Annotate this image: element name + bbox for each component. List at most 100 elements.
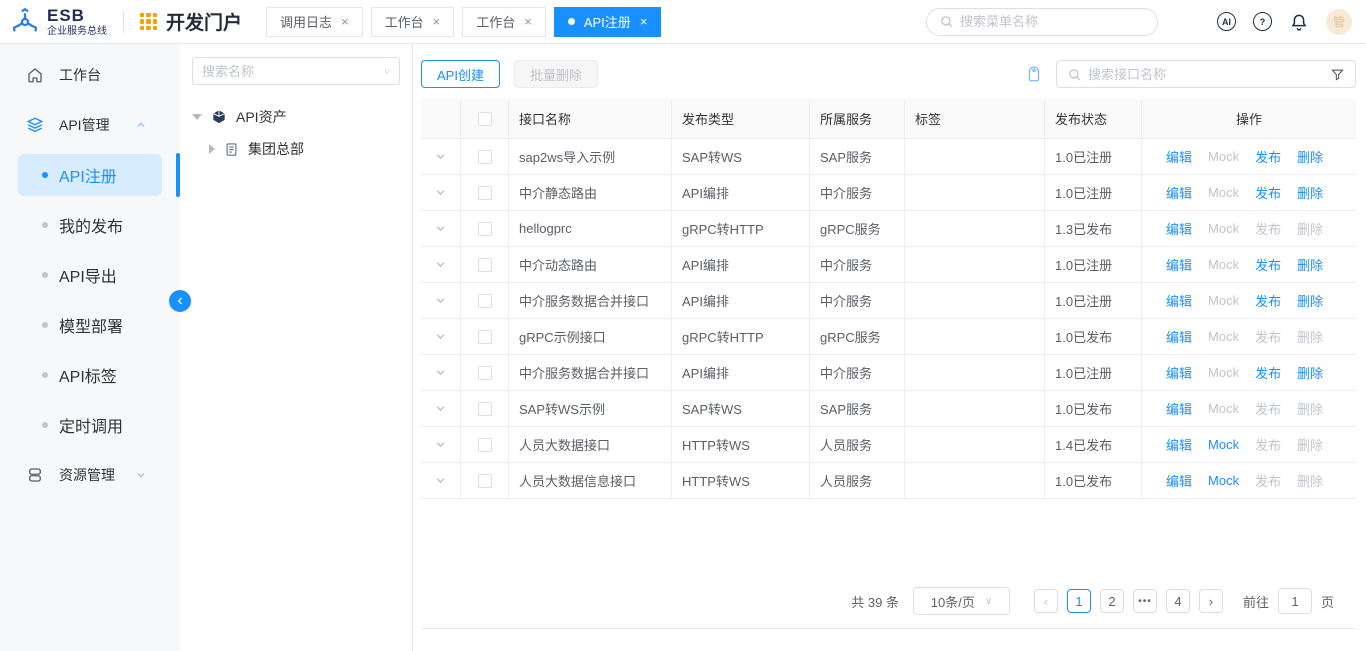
cell-service: 中介服务	[810, 283, 905, 319]
menu-search-input[interactable]	[960, 14, 1145, 29]
action-link-删除[interactable]: 删除	[1297, 147, 1323, 166]
action-link-编辑[interactable]: 编辑	[1166, 219, 1192, 238]
tree-node-group-hq[interactable]: 集团总部	[192, 133, 400, 165]
menu-search-box[interactable]	[926, 8, 1158, 36]
notification-bell-icon[interactable]	[1289, 12, 1309, 32]
bullet-dot-icon	[42, 322, 48, 328]
tab-close-icon[interactable]: ×	[640, 15, 648, 28]
row-checkbox[interactable]	[478, 150, 492, 164]
asset-tree-panel: API资产 集团总部 ‹	[180, 44, 413, 651]
row-checkbox[interactable]	[478, 366, 492, 380]
row-expand-chevron-icon[interactable]	[434, 222, 447, 235]
tab-close-icon[interactable]: ×	[433, 15, 441, 28]
row-checkbox[interactable]	[478, 258, 492, 272]
action-link-删除: 删除	[1297, 471, 1323, 490]
goto-page-input[interactable]	[1278, 588, 1312, 614]
sidebar-subitem-API导出[interactable]: API导出	[0, 250, 180, 300]
row-checkbox[interactable]	[478, 330, 492, 344]
action-link-编辑[interactable]: 编辑	[1166, 327, 1192, 346]
home-icon	[26, 66, 59, 84]
sidebar-subitem-API注册[interactable]: API注册	[0, 150, 180, 200]
action-link-编辑[interactable]: 编辑	[1166, 291, 1192, 310]
help-icon[interactable]: ?	[1253, 12, 1272, 31]
api-create-button[interactable]: API创建	[421, 60, 500, 88]
tree-search-input[interactable]	[202, 64, 378, 79]
panel-collapse-toggle[interactable]: ‹	[169, 290, 191, 312]
page-button-1[interactable]: 1	[1067, 589, 1091, 613]
sidebar-subitem-模型部署[interactable]: 模型部署	[0, 300, 180, 350]
row-expand-chevron-icon[interactable]	[434, 186, 447, 199]
cell-publish-type: HTTP转WS	[672, 463, 810, 499]
action-link-编辑[interactable]: 编辑	[1166, 363, 1192, 382]
tree-node-api-assets[interactable]: API资产	[192, 101, 400, 133]
sidebar-subitem-API标签[interactable]: API标签	[0, 350, 180, 400]
sidebar-item-API管理[interactable]: API管理	[0, 100, 180, 150]
filter-funnel-icon[interactable]	[1330, 67, 1345, 82]
select-all-checkbox[interactable]	[478, 112, 492, 126]
action-link-发布[interactable]: 发布	[1255, 291, 1281, 310]
tab-1[interactable]: 调用日志×	[266, 7, 363, 37]
action-link-删除[interactable]: 删除	[1297, 255, 1323, 274]
row-expand-chevron-icon[interactable]	[434, 438, 447, 451]
action-link-编辑[interactable]: 编辑	[1166, 399, 1192, 418]
action-link-编辑[interactable]: 编辑	[1166, 435, 1192, 454]
tab-3[interactable]: 工作台×	[462, 7, 546, 37]
next-page-button[interactable]: ›	[1199, 589, 1223, 613]
row-checkbox[interactable]	[478, 222, 492, 236]
total-count: 共 39 条	[851, 592, 899, 611]
row-checkbox[interactable]	[478, 294, 492, 308]
tag-icon[interactable]	[1025, 65, 1043, 83]
row-expand-chevron-icon[interactable]	[434, 258, 447, 271]
active-tab-dot-icon	[568, 18, 575, 25]
tab-label: 工作台	[385, 12, 424, 31]
user-avatar[interactable]: 管	[1326, 9, 1352, 35]
row-expand-chevron-icon[interactable]	[434, 150, 447, 163]
action-link-编辑[interactable]: 编辑	[1166, 183, 1192, 202]
tab-close-icon[interactable]: ×	[524, 15, 532, 28]
action-link-发布[interactable]: 发布	[1255, 183, 1281, 202]
action-link-Mock[interactable]: Mock	[1208, 473, 1239, 488]
row-expand-chevron-icon[interactable]	[434, 402, 447, 415]
row-checkbox[interactable]	[478, 438, 492, 452]
page-size-select[interactable]: 10条/页 ∨	[913, 587, 1010, 615]
caret-right-icon[interactable]	[209, 144, 215, 154]
api-search-box[interactable]	[1056, 60, 1356, 88]
sidebar-subitem-定时调用[interactable]: 定时调用	[0, 400, 180, 450]
caret-down-icon[interactable]	[192, 114, 202, 120]
row-expand-chevron-icon[interactable]	[434, 294, 447, 307]
action-link-Mock[interactable]: Mock	[1208, 437, 1239, 452]
tab-4-active[interactable]: API注册×	[554, 7, 662, 37]
action-link-编辑[interactable]: 编辑	[1166, 471, 1192, 490]
action-link-删除[interactable]: 删除	[1297, 291, 1323, 310]
action-link-发布[interactable]: 发布	[1255, 363, 1281, 382]
page-button-4[interactable]: 4	[1166, 589, 1190, 613]
row-expand-chevron-icon[interactable]	[434, 366, 447, 379]
row-expand-chevron-icon[interactable]	[434, 474, 447, 487]
sidebar-item-label: 资源管理	[59, 465, 115, 485]
action-link-删除[interactable]: 删除	[1297, 183, 1323, 202]
cell-status: 1.0已注册	[1045, 139, 1142, 175]
action-link-编辑[interactable]: 编辑	[1166, 147, 1192, 166]
cell-status: 1.0已注册	[1045, 175, 1142, 211]
page-button-2[interactable]: 2	[1100, 589, 1124, 613]
row-checkbox[interactable]	[478, 186, 492, 200]
action-link-编辑[interactable]: 编辑	[1166, 255, 1192, 274]
row-checkbox[interactable]	[478, 402, 492, 416]
action-link-发布[interactable]: 发布	[1255, 147, 1281, 166]
action-link-发布[interactable]: 发布	[1255, 255, 1281, 274]
sidebar-item-资源管理[interactable]: 资源管理	[0, 450, 180, 500]
batch-delete-button[interactable]: 批量删除	[514, 60, 598, 88]
tab-close-icon[interactable]: ×	[341, 15, 349, 28]
action-link-删除[interactable]: 删除	[1297, 363, 1323, 382]
ai-assistant-icon[interactable]: AI	[1217, 12, 1236, 31]
sidebar-item-工作台[interactable]: 工作台	[0, 50, 180, 100]
tree-node-label: API资产	[236, 107, 287, 127]
subitem-pill: 模型部署	[18, 304, 162, 346]
api-search-input[interactable]	[1088, 67, 1324, 82]
tab-2[interactable]: 工作台 ×	[371, 7, 455, 37]
page-ellipsis-button[interactable]: •••	[1133, 589, 1157, 613]
row-checkbox[interactable]	[478, 474, 492, 488]
tree-search-box[interactable]	[192, 57, 400, 85]
row-expand-chevron-icon[interactable]	[434, 330, 447, 343]
sidebar-subitem-我的发布[interactable]: 我的发布	[0, 200, 180, 250]
